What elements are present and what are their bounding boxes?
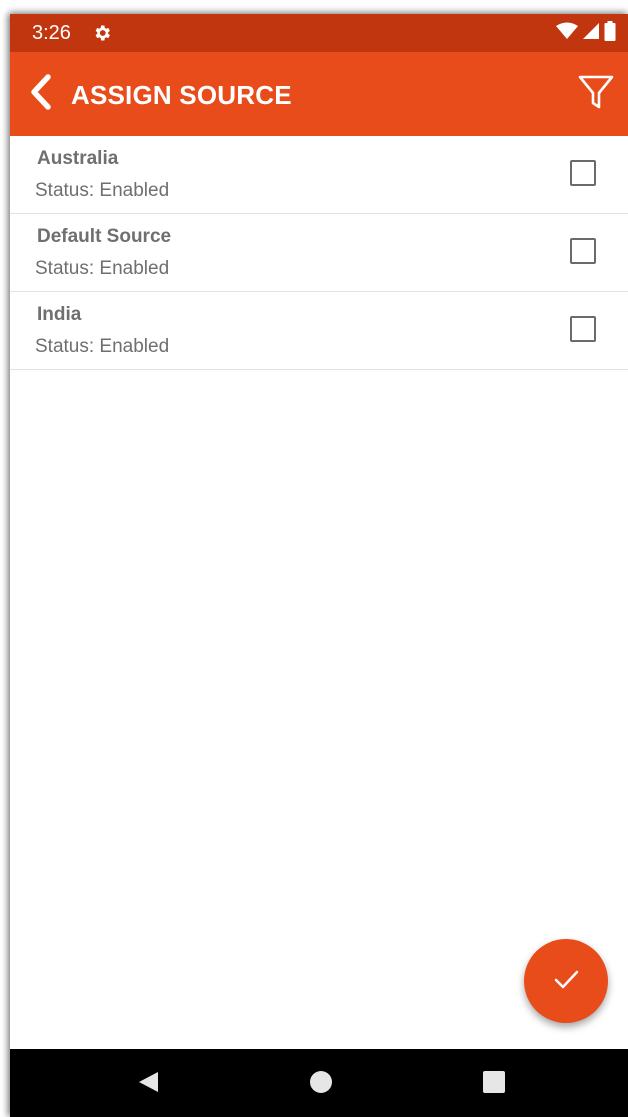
battery-icon — [604, 20, 616, 46]
filter-icon — [577, 73, 615, 116]
recents-square-icon — [482, 1070, 506, 1099]
status-icons — [556, 20, 616, 46]
wifi-icon — [556, 22, 578, 45]
source-name: Australia — [37, 148, 119, 169]
confirm-fab-button[interactable] — [524, 939, 608, 1023]
back-button[interactable] — [24, 73, 58, 115]
gear-icon — [92, 23, 112, 43]
signal-icon — [582, 22, 600, 45]
source-status: Status: Enabled — [35, 258, 170, 279]
back-triangle-icon — [136, 1070, 160, 1099]
chevron-left-icon — [28, 73, 54, 115]
source-status: Status: Enabled — [35, 336, 170, 357]
checkmark-icon — [551, 964, 581, 999]
nav-back-button[interactable] — [135, 1071, 161, 1097]
nav-recents-button[interactable] — [481, 1070, 507, 1099]
source-list: Australia Status: Enabled Default Source… — [10, 136, 628, 370]
status-time: 3:26 — [32, 22, 71, 44]
list-item[interactable]: Default Source Status: Enabled — [10, 214, 628, 292]
list-item[interactable]: India Status: Enabled — [10, 292, 628, 370]
source-name: India — [37, 304, 82, 325]
source-checkbox[interactable] — [570, 238, 596, 264]
app-bar: ASSIGN SOURCE — [10, 52, 628, 136]
source-name: Default Source — [37, 226, 172, 247]
source-checkbox[interactable] — [570, 316, 596, 342]
list-item[interactable]: Australia Status: Enabled — [10, 136, 628, 214]
page-title: ASSIGN SOURCE — [71, 80, 292, 110]
source-status: Status: Enabled — [35, 180, 170, 201]
system-nav-bar — [10, 1049, 628, 1117]
filter-button[interactable] — [574, 72, 618, 116]
source-checkbox[interactable] — [570, 160, 596, 186]
status-bar: 3:26 — [10, 14, 628, 52]
phone-screen: 3:26 ASSIGN SOURCE Australia Status: Ena… — [10, 14, 628, 1117]
nav-home-button[interactable] — [308, 1070, 334, 1099]
home-circle-icon — [309, 1070, 333, 1099]
